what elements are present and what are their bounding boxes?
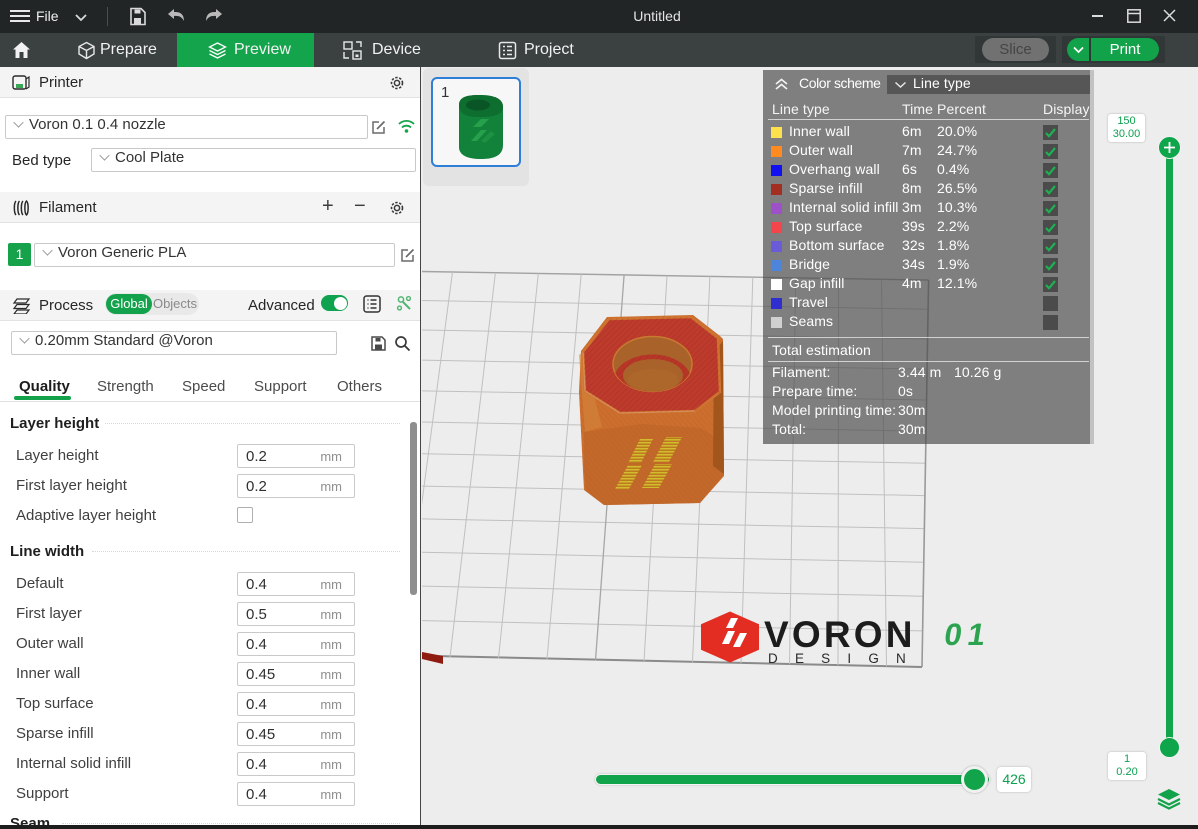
svg-text:01: 01: [942, 617, 994, 652]
svg-text:VORON: VORON: [764, 614, 914, 655]
